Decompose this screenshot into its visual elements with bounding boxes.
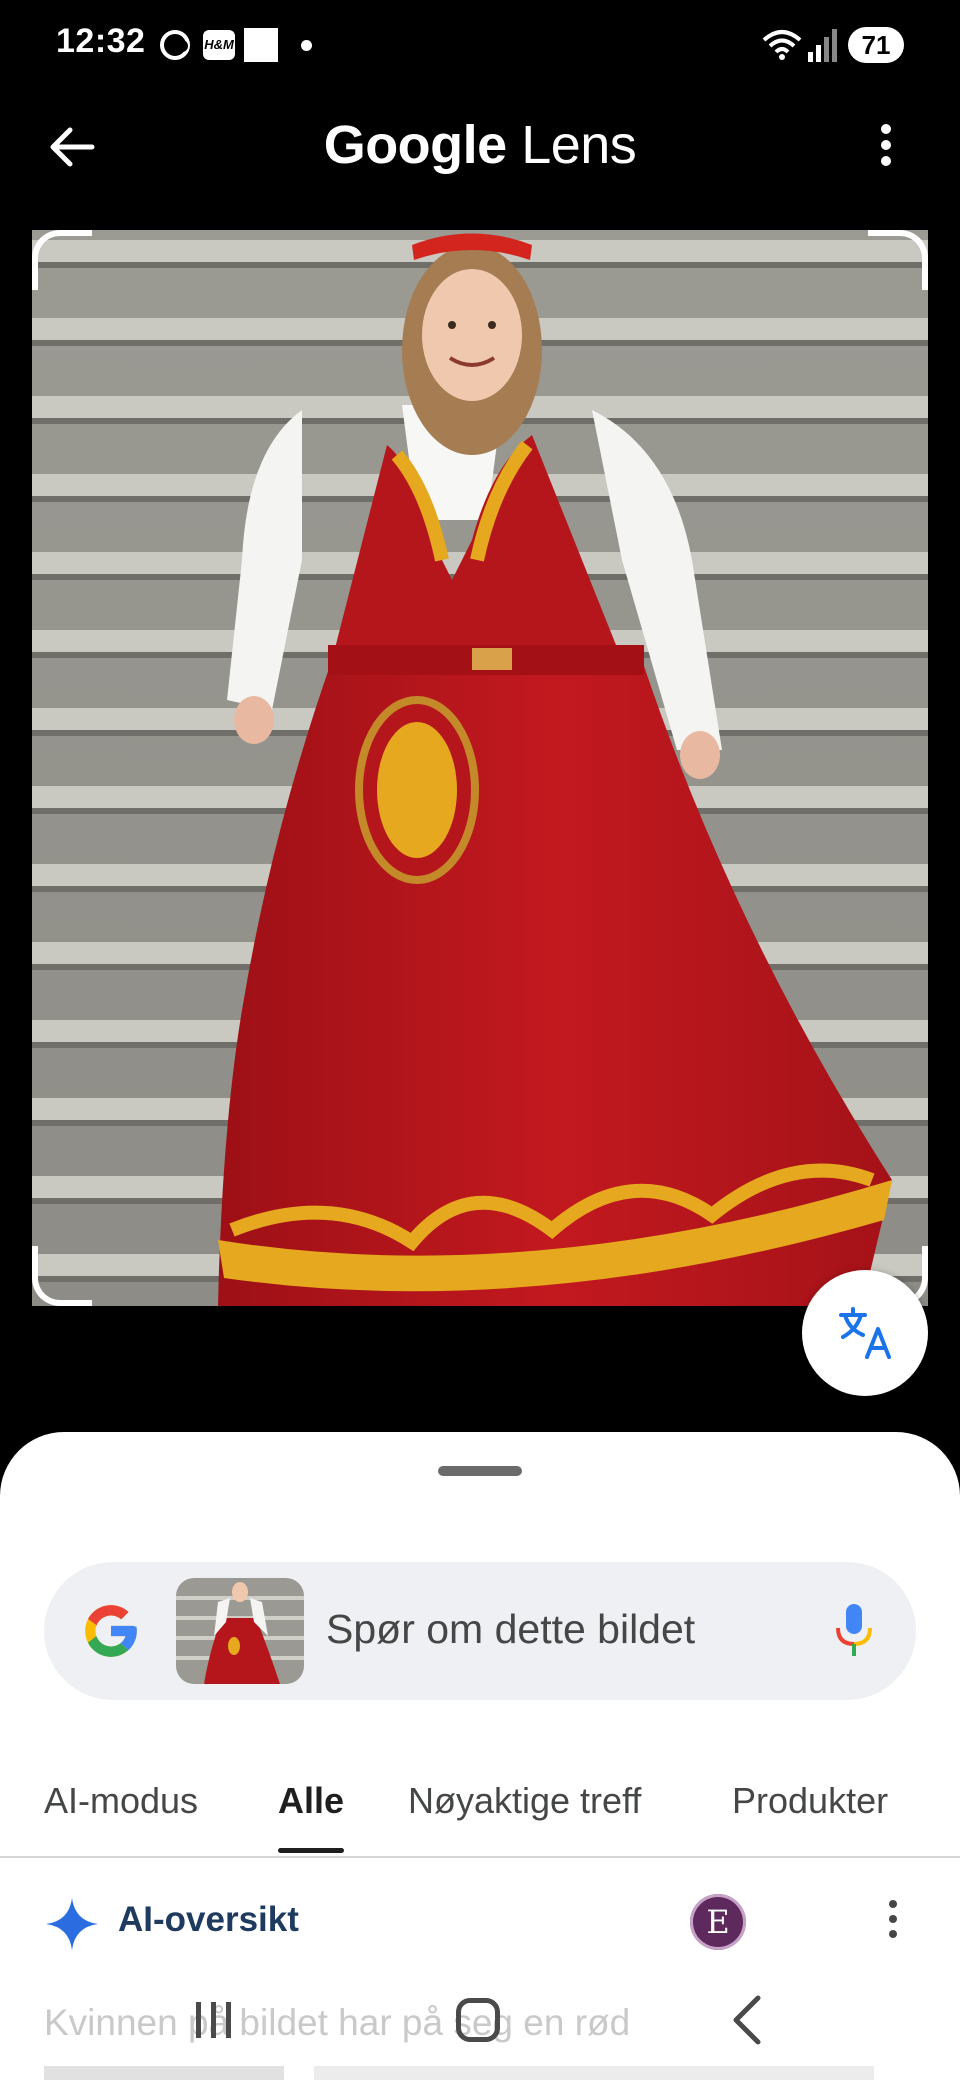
captured-image[interactable]: [32, 230, 928, 1306]
status-time: 12:32: [56, 22, 146, 60]
image-thumbnail[interactable]: [176, 1578, 304, 1684]
translate-button[interactable]: [802, 1270, 928, 1396]
more-vert-icon[interactable]: [866, 119, 906, 175]
google-g-icon: [85, 1605, 137, 1657]
crop-corner-top-right[interactable]: [868, 230, 928, 290]
tab-exact-matches[interactable]: Nøyaktige treff: [408, 1780, 641, 1822]
title-brand: Google: [323, 115, 508, 175]
active-tab-indicator: [278, 1848, 344, 1853]
app-header: Google Lens: [0, 92, 960, 202]
crop-corner-top-left[interactable]: [32, 230, 92, 290]
more-vert-icon[interactable]: [882, 1894, 904, 1950]
battery-icon: 71: [848, 27, 904, 63]
back-nav-icon[interactable]: [728, 1994, 764, 2046]
recent-apps-icon[interactable]: [192, 1998, 236, 2042]
translate-icon: [839, 1307, 891, 1359]
search-input[interactable]: Spør om dette bildet: [326, 1606, 695, 1653]
avatar[interactable]: E: [690, 1894, 746, 1950]
mic-icon[interactable]: [834, 1602, 874, 1660]
ai-overview-header[interactable]: AI-oversikt E: [0, 1880, 960, 1960]
status-bar: 12:32 H&M 71: [0, 0, 960, 92]
drag-handle[interactable]: [438, 1466, 522, 1476]
signal-icon: [808, 28, 838, 67]
tab-products[interactable]: Produkter: [732, 1780, 888, 1822]
tab-all[interactable]: Alle: [278, 1780, 344, 1822]
ai-overview-title: AI-oversikt: [118, 1900, 299, 1939]
result-tabs: AI-modus Alle Nøyaktige treff Produkter: [0, 1762, 960, 1858]
crop-corner-bottom-left[interactable]: [32, 1246, 92, 1306]
dot-icon: [301, 40, 312, 51]
home-icon[interactable]: [456, 1998, 500, 2042]
sparkle-icon: [46, 1898, 98, 1950]
sync-icon: [160, 30, 190, 60]
app-title: Google Lens: [0, 114, 960, 176]
tab-ai-mode[interactable]: AI-modus: [44, 1780, 198, 1822]
title-product: Lens: [521, 115, 637, 175]
hm-app-icon: H&M: [203, 30, 235, 60]
system-nav-bar: [0, 1970, 960, 2080]
wifi-icon: [762, 28, 802, 67]
square-icon: [244, 28, 278, 62]
search-bar[interactable]: Spør om dette bildet: [44, 1562, 916, 1700]
